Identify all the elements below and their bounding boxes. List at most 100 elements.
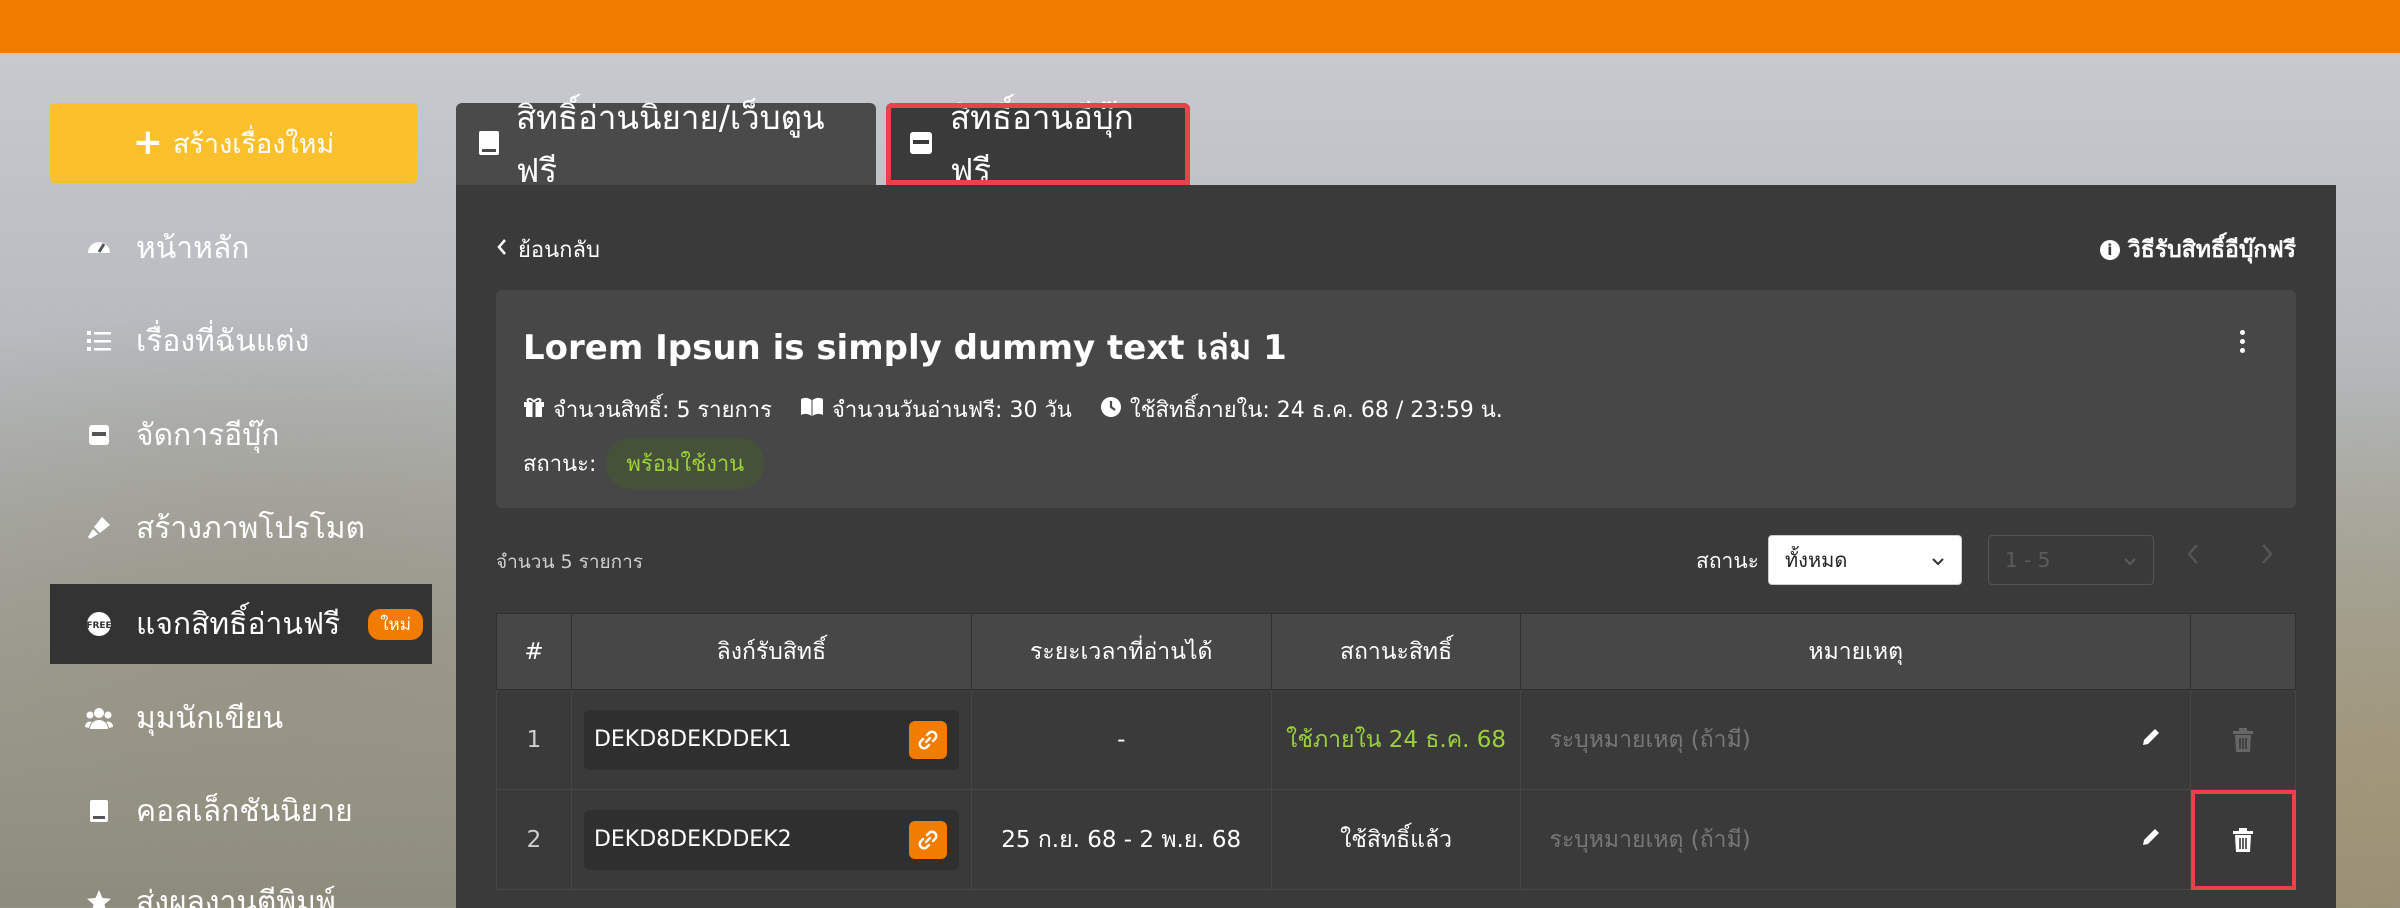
ebook-icon — [908, 125, 934, 164]
sidebar-item-label: แจกสิทธิ์อ่านฟรี — [136, 606, 341, 642]
sidebar-item-label: เรื่องที่ฉันแต่ง — [136, 323, 310, 359]
right-status-cell: ใช้สิทธิ์แล้ว — [1270, 789, 1522, 890]
copy-link-button[interactable] — [908, 820, 947, 859]
tab-free-ebook[interactable]: สิทธิ์อ่านอีบุ๊กฟรี — [886, 98, 1190, 190]
top-bar — [0, 0, 2400, 53]
note-placeholder[interactable]: ระบุหมายเหตุ (ถ้ามี) — [1549, 822, 1750, 858]
status-badge: พร้อมใช้งาน — [606, 438, 765, 489]
header-num: # — [496, 613, 572, 690]
create-story-label: สร้างเรื่องใหม่ — [172, 128, 335, 160]
delete-cell — [2190, 789, 2296, 890]
deadline-text: ใช้สิทธิ์ภายใน: 24 ธ.ค. 68 / 23:59 น. — [1129, 398, 1503, 423]
gift-icon — [523, 396, 545, 424]
status-filter-value: ทั้งหมด — [1785, 548, 1848, 572]
sidebar-item-label: คอลเล็กชันนิยาย — [136, 793, 353, 829]
days-meta: จำนวนวันอ่านฟรี: 30 วัน — [800, 392, 1072, 427]
trash-icon — [2233, 727, 2254, 752]
sidebar-item-label: จัดการอีบุ๊ก — [136, 417, 280, 453]
status-label: สถานะ: — [523, 452, 597, 477]
edit-note-button[interactable] — [2140, 826, 2162, 854]
back-link[interactable]: ย้อนกลับ — [496, 232, 600, 267]
note-cell: ระบุหมายเหตุ (ถ้ามี) — [1520, 789, 2192, 890]
sidebar-item-home[interactable]: หน้าหลัก — [50, 208, 432, 288]
create-story-button[interactable]: + สร้างเรื่องใหม่ — [50, 103, 417, 183]
header-link: ลิงก์รับสิทธิ์ — [570, 613, 972, 690]
sidebar-item-label: ส่งผลงานตีพิมพ์ — [136, 884, 336, 908]
howto-label: วิธีรับสิทธิ์อีบุ๊กฟรี — [2127, 237, 2296, 263]
main-panel: ย้อนกลับ i วิธีรับสิทธิ์อีบุ๊กฟรี Lorem … — [456, 185, 2336, 908]
page-range-value: 1 - 5 — [2005, 548, 2051, 572]
delete-button[interactable] — [2191, 690, 2295, 789]
sidebar-item-manage-ebook[interactable]: จัดการอีบุ๊ก — [50, 395, 432, 475]
svg-text:FREE: FREE — [86, 621, 111, 631]
sidebar-item-create-promo[interactable]: สร้างภาพโปรโมต — [50, 488, 432, 568]
row-num: 1 — [496, 689, 572, 790]
list-icon — [84, 326, 114, 356]
header-status: สถานะสิทธิ์ — [1270, 613, 1522, 690]
chevron-down-icon — [1931, 548, 1945, 572]
card-status-row: สถานะ: พร้อมใช้งาน — [523, 438, 765, 489]
prev-page-button[interactable] — [2186, 542, 2200, 572]
brush-icon — [84, 513, 114, 543]
ebook-icon — [84, 420, 114, 450]
period-cell: - — [970, 689, 1272, 790]
tab-free-novel[interactable]: สิทธิ์อ่านนิยาย/เว็บตูนฟรี — [456, 98, 876, 190]
sidebar-item-writer-corner[interactable]: มุมนักเขียน — [50, 678, 432, 758]
book-icon — [84, 796, 114, 826]
link-cell: DEKD8DEKDDEK1 — [570, 689, 972, 790]
link-cell: DEKD8DEKDDEK2 — [570, 789, 972, 890]
header-period: ระยะเวลาที่อ่านได้ — [970, 613, 1272, 690]
info-icon: i — [2099, 240, 2120, 260]
new-badge: ใหม่ — [368, 608, 423, 640]
link-icon — [918, 730, 938, 749]
header-note: หมายเหตุ — [1520, 613, 2192, 690]
result-count: จำนวน 5 รายการ — [496, 551, 643, 573]
status-filter-select[interactable]: ทั้งหมด — [1768, 535, 1962, 585]
free-badge-icon: FREE — [84, 609, 114, 639]
edit-note-button[interactable] — [2140, 726, 2162, 754]
claim-link-box: DEKD8DEKDDEK1 — [583, 709, 959, 770]
copy-link-button[interactable] — [908, 720, 947, 759]
deadline-meta: ใช้สิทธิ์ภายใน: 24 ธ.ค. 68 / 23:59 น. — [1100, 392, 1503, 427]
pencil-icon — [2143, 828, 2160, 845]
back-label: ย้อนกลับ — [518, 238, 600, 263]
sidebar-item-collection[interactable]: คอลเล็กชันนิยาย — [50, 771, 432, 851]
sidebar-item-publish[interactable]: ส่งผลงานตีพิมพ์ — [50, 862, 432, 908]
sidebar-item-my-stories[interactable]: เรื่องที่ฉันแต่ง — [50, 301, 432, 381]
chevron-down-icon — [2123, 548, 2137, 572]
note-cell: ระบุหมายเหตุ (ถ้ามี) — [1520, 689, 2192, 790]
page-range-select[interactable]: 1 - 5 — [1988, 535, 2154, 585]
next-page-button[interactable] — [2260, 542, 2274, 572]
users-icon — [84, 703, 114, 733]
claim-code: DEKD8DEKDDEK2 — [593, 827, 792, 852]
open-book-icon — [800, 397, 824, 423]
delete-button[interactable] — [2191, 790, 2295, 889]
status-filter-label: สถานะ — [1696, 549, 1759, 573]
row-num: 2 — [496, 789, 572, 890]
quota-text: จำนวนสิทธิ์: 5 รายการ — [553, 398, 772, 423]
clock-icon — [1100, 396, 1122, 424]
howto-link[interactable]: i วิธีรับสิทธิ์อีบุ๊กฟรี — [2099, 232, 2296, 268]
tab-label: สิทธิ์อ่านนิยาย/เว็บตูนฟรี — [516, 98, 825, 190]
claim-code: DEKD8DEKDDEK1 — [593, 727, 792, 752]
dashboard-icon — [84, 233, 114, 263]
table-header-row: # ลิงก์รับสิทธิ์ ระยะเวลาที่อ่านได้ สถาน… — [496, 613, 2296, 690]
sidebar-item-label: สร้างภาพโปรโมต — [136, 510, 365, 546]
ebook-title: Lorem Ipsun is simply dummy text เล่ม 1 — [523, 328, 1287, 368]
more-options-icon[interactable] — [2240, 330, 2246, 353]
star-icon — [84, 887, 114, 908]
ebook-meta: จำนวนสิทธิ์: 5 รายการ จำนวนวันอ่านฟรี: 3… — [523, 392, 1503, 427]
sidebar-item-label: มุมนักเขียน — [136, 700, 284, 736]
trash-icon — [2233, 827, 2254, 852]
period-cell: 25 ก.ย. 68 - 2 พ.ย. 68 — [970, 789, 1272, 890]
table-row: 2 DEKD8DEKDDEK2 25 ก.ย. 68 - 2 พ.ย. 68 ใ… — [496, 789, 2296, 890]
claim-link-box: DEKD8DEKDDEK2 — [583, 809, 959, 870]
table-row: 1 DEKD8DEKDDEK1 - ใช้ภายใน 24 ธ.ค. 68 ระ… — [496, 689, 2296, 790]
delete-cell — [2190, 689, 2296, 790]
chevron-left-icon — [496, 237, 508, 262]
ebook-card: Lorem Ipsun is simply dummy text เล่ม 1 … — [496, 290, 2296, 508]
sidebar-item-label: หน้าหลัก — [136, 230, 250, 266]
book-icon — [478, 125, 500, 164]
note-placeholder[interactable]: ระบุหมายเหตุ (ถ้ามี) — [1549, 722, 1750, 758]
sidebar-item-free-read[interactable]: FREE แจกสิทธิ์อ่านฟรี ใหม่ — [50, 584, 432, 664]
